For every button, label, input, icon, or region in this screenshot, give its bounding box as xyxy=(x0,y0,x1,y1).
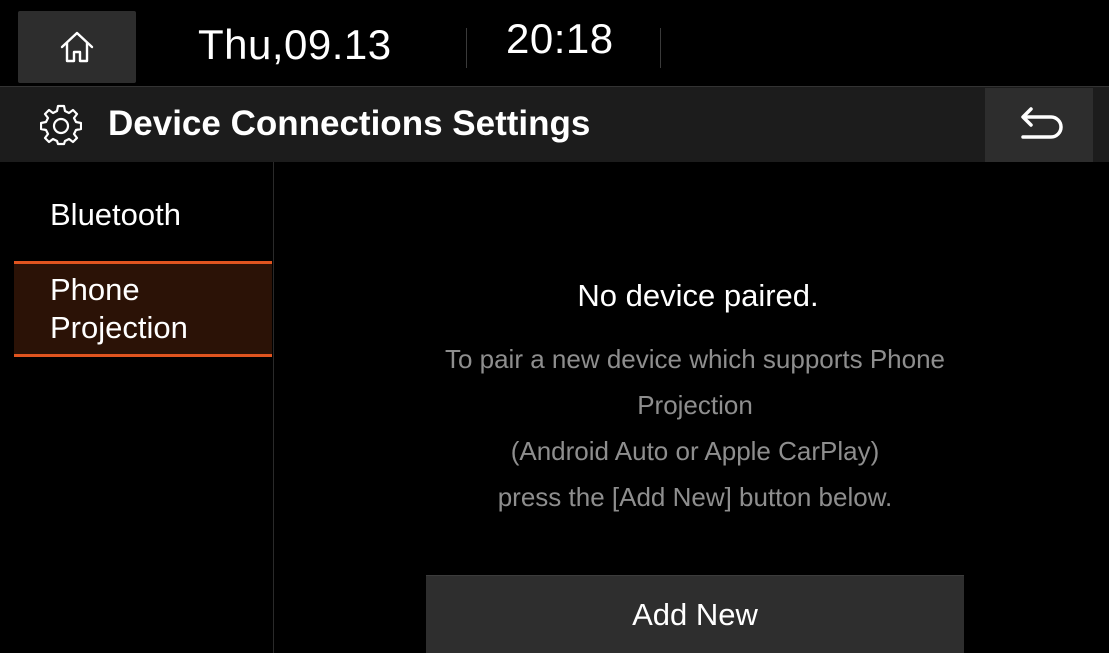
home-icon xyxy=(60,31,94,63)
title-bar: Device Connections Settings xyxy=(0,86,1109,162)
screen: Thu,09.13 20:18 Device Connections Setti… xyxy=(0,0,1109,653)
pairing-status: No device paired. xyxy=(577,278,819,313)
instruction-line: To pair a new device which supports Phon… xyxy=(444,344,946,374)
sidebar-item-label: Phone Projection xyxy=(50,272,188,345)
sidebar-item-bluetooth[interactable]: Bluetooth xyxy=(14,196,272,246)
add-new-button[interactable]: Add New xyxy=(426,575,964,653)
instruction-line: Projection xyxy=(637,390,753,420)
sidebar-item-phone-projection[interactable]: Phone Projection xyxy=(14,261,272,357)
instruction-line: press the [Add New] button below. xyxy=(497,482,893,512)
status-date: Thu,09.13 xyxy=(198,21,392,68)
sidebar-item-label: Bluetooth xyxy=(50,197,181,232)
home-button[interactable] xyxy=(18,11,136,83)
status-divider xyxy=(466,28,467,68)
status-time: 20:18 xyxy=(506,15,614,62)
gear-icon xyxy=(40,104,82,146)
page-title: Device Connections Settings xyxy=(108,104,591,143)
back-button[interactable] xyxy=(985,88,1093,162)
sidebar: Bluetooth Phone Projection xyxy=(0,162,274,653)
pairing-instructions: To pair a new device which supports Phon… xyxy=(395,336,995,520)
main-content: No device paired. To pair a new device w… xyxy=(275,162,1109,653)
instruction-line: (Android Auto or Apple CarPlay) xyxy=(510,436,880,466)
back-arrow-icon xyxy=(1021,107,1063,139)
status-divider xyxy=(660,28,661,68)
status-bar: Thu,09.13 20:18 xyxy=(0,0,1109,86)
